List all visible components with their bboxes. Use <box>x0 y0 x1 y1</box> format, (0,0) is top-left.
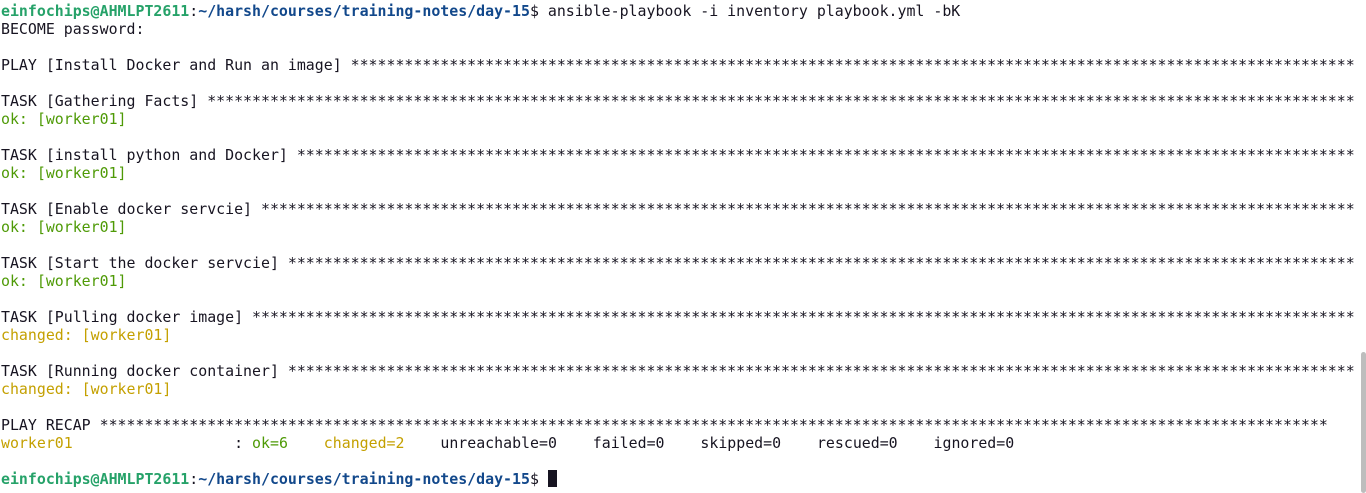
prompt-path: ~/harsh/courses/training-notes/day-15 <box>198 2 530 20</box>
task-header: TASK [Start the docker servcie] ********… <box>1 254 1356 272</box>
play-header: PLAY [Install Docker and Run an image] *… <box>1 56 1356 74</box>
recap-separator: : <box>72 434 253 452</box>
task-result: ok: [worker01] <box>1 272 127 290</box>
task-result: changed: [worker01] <box>1 326 172 344</box>
recap-changed: changed=2 <box>323 434 405 452</box>
terminal-window[interactable]: einfochips@AHMLPT2611: ~/harsh/courses/tr… <box>0 0 1366 493</box>
task-header: TASK [install python and Docker] *******… <box>1 146 1356 164</box>
task-header: TASK [Pulling docker image] ************… <box>1 308 1356 326</box>
recap-ok: ok=6 <box>252 434 288 452</box>
task-header: TASK [Enable docker servcie] ***********… <box>1 200 1356 218</box>
text-cursor[interactable] <box>547 470 557 487</box>
prompt-line: einfochips@AHMLPT2611:~/harsh/courses/tr… <box>1 2 961 20</box>
recap-ignored: ignored=0 <box>933 434 1015 452</box>
recap-failed: failed=0 <box>592 434 665 452</box>
prompt-user-host: einfochips@AHMLPT2611 <box>1 470 190 488</box>
prompt-path: ~/harsh/courses/training-notes/day-15 <box>198 470 530 488</box>
recap-host: worker01 <box>1 434 73 452</box>
task-header: TASK [Running docker container] ********… <box>1 362 1356 380</box>
task-result: ok: [worker01] <box>1 110 127 128</box>
prompt-symbol: $ <box>529 2 539 20</box>
task-result: ok: [worker01] <box>1 218 127 236</box>
play-recap-row: worker01 : ok=6 changed=2 unreachable=0 … <box>0 434 1356 452</box>
prompt-line[interactable]: einfochips@AHMLPT2611:~/harsh/courses/tr… <box>0 470 1356 488</box>
task-result: changed: [worker01] <box>1 380 172 398</box>
recap-unreachable: unreachable=0 <box>440 434 557 452</box>
prompt-symbol: $ <box>529 470 539 488</box>
play-recap-header: PLAY RECAP *****************************… <box>1 416 1328 434</box>
scrollbar-thumb[interactable] <box>1361 352 1366 493</box>
become-password-prompt: BECOME password: <box>1 20 145 38</box>
command-text: ansible-playbook -i inventory playbook.y… <box>538 2 961 20</box>
recap-rescued: rescued=0 <box>816 434 898 452</box>
recap-skipped: skipped=0 <box>700 434 782 452</box>
task-header: TASK [Gathering Facts] *****************… <box>1 92 1356 110</box>
task-result: ok: [worker01] <box>1 164 127 182</box>
prompt-user-host: einfochips@AHMLPT2611 <box>1 2 190 20</box>
